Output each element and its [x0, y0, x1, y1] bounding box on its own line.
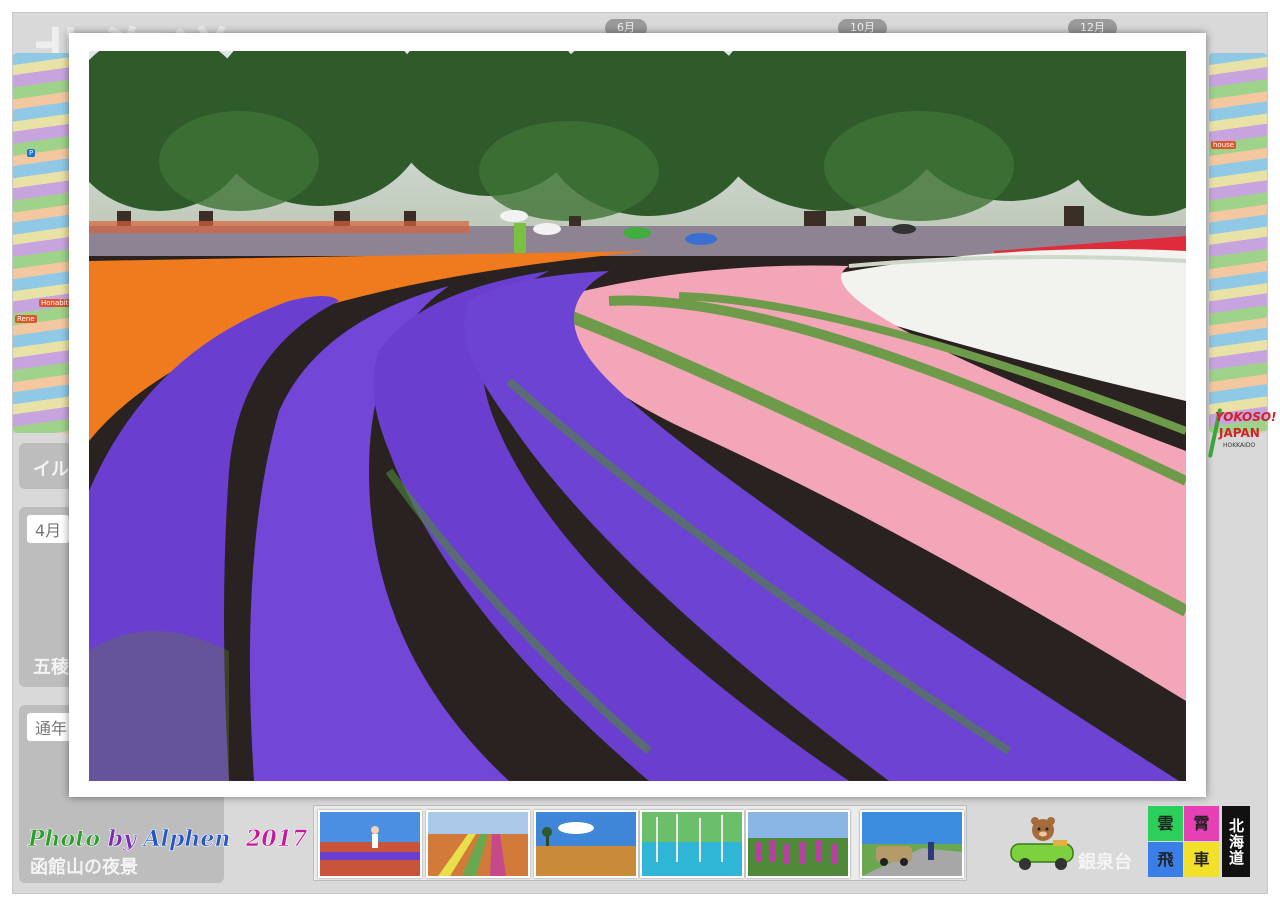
thumbnail-5[interactable]	[746, 810, 850, 878]
map-strip-left: P Honabito Rene	[13, 53, 75, 433]
background-card-badge: 通年	[27, 713, 76, 741]
thumb-blue-pond	[642, 812, 742, 876]
photo-frame	[69, 33, 1206, 797]
thumb-striped-flower-rows	[428, 812, 528, 876]
logo-line-3: HOKKAIDO	[1223, 442, 1256, 449]
thumbnail-strip	[313, 805, 967, 881]
flower-field-illustration	[89, 51, 1186, 781]
thumbnail-4[interactable]	[640, 810, 744, 878]
map-tag-rene: Rene	[15, 315, 37, 323]
thumb-lupine-field	[748, 812, 848, 876]
kanji-cell-4: 車	[1184, 842, 1219, 877]
kanji-cell-2: 霄	[1184, 806, 1219, 841]
thumbnail-2[interactable]	[426, 810, 530, 878]
thumbnail-1[interactable]	[318, 810, 422, 878]
thumb-girl-flower-field	[320, 812, 420, 876]
credit-year: 2017	[246, 826, 308, 853]
logo-line-1: YOKOSO!	[1215, 410, 1277, 424]
background-card-badge: 4月	[27, 515, 70, 543]
thumb-car-road	[862, 812, 962, 876]
thumbnail-6[interactable]	[860, 810, 964, 878]
credit-photo: Photo	[28, 826, 101, 853]
credit-name: Alphen	[143, 826, 231, 853]
photo-credit: Photo by Alphen 2017	[28, 826, 308, 853]
map-tag-house: house	[1211, 141, 1237, 149]
main-photo-flower-field	[89, 51, 1186, 781]
logo-line-2: JAPAN	[1219, 426, 1260, 440]
kanji-vertical-label: 北海道	[1222, 806, 1250, 877]
bear-car-mascot-icon	[1010, 817, 1074, 870]
credit-by: by	[107, 826, 136, 853]
kanji-cell-3: 飛	[1148, 842, 1183, 877]
background-caption-right: 銀泉台	[1078, 852, 1132, 873]
background-card-caption: イル	[33, 459, 69, 480]
kanji-site-logo: 雲 霄 飛 車 北海道	[1148, 806, 1252, 878]
map-strip-right: house	[1209, 53, 1267, 433]
thumbnail-3[interactable]	[534, 810, 638, 878]
parking-tag: P	[27, 149, 36, 157]
yokoso-japan-logo: YOKOSO! JAPAN HOKKAIDO	[1207, 406, 1277, 460]
background-card-caption: 五稜	[33, 657, 69, 678]
background-caption-left: 函館山の夜景	[30, 857, 138, 878]
kanji-cell-1: 雲	[1148, 806, 1183, 841]
thumb-golden-field-tree	[536, 812, 636, 876]
